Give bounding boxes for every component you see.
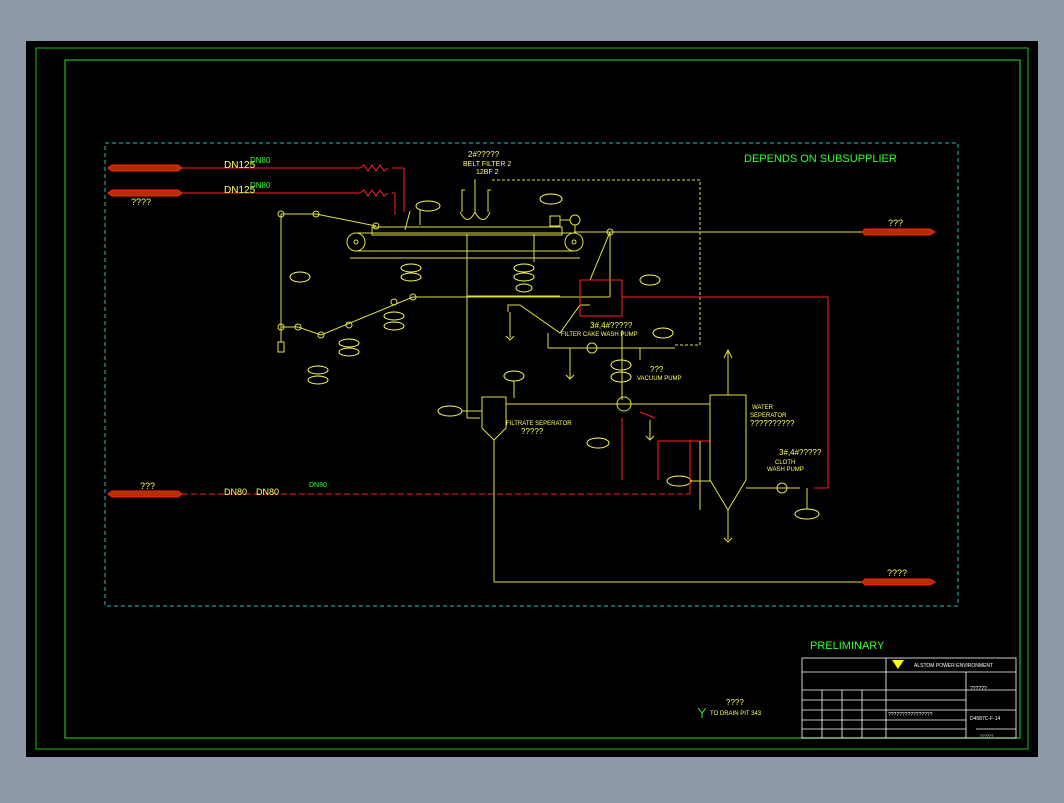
cloth-wash-pump-label-1: CLOTH <box>775 460 795 466</box>
pipe-label-q-left: ???? <box>131 197 151 207</box>
water-separator-label-1: WATER <box>752 405 774 411</box>
pipe-label-dn80-d: DN80 <box>256 487 279 497</box>
filtrate-separator-code: ????? <box>521 427 544 436</box>
pipe-label-dn80-b: DN80 <box>250 181 271 190</box>
belt-filter-code: 2#????? <box>468 150 500 159</box>
vacuum-pump-code: ??? <box>650 365 664 374</box>
title-r2: ?????? <box>970 686 987 692</box>
title-company: ALSTOM POWER ENVIRONMENT <box>914 663 993 669</box>
belt-filter-tag: 12BF 2 <box>476 169 499 176</box>
outlet-tag-top-right <box>861 228 936 236</box>
pipe-label-dn80-c: DN80 <box>224 487 247 497</box>
belt-filter-name: BELT FILTER 2 <box>463 161 511 168</box>
filter-cake-pump-label: FILTER CAKE WASH PUMP <box>561 332 638 338</box>
vacuum-pump-label: VACUUM PUMP <box>637 376 682 382</box>
drawing-sheet <box>26 41 1038 757</box>
title-desc: ???????????????? <box>888 712 933 718</box>
cloth-wash-pump-label-2: WASH PUMP <box>767 467 804 473</box>
pipe-label-dn80-e: DN80 <box>309 482 327 489</box>
drain-note-code: ???? <box>726 698 744 707</box>
pipe-label-q-top-right: ??? <box>888 218 903 228</box>
water-separator-code: ?????????? <box>750 419 795 428</box>
outlet-tag-bottom-right <box>861 578 936 586</box>
process-water-tag <box>107 490 183 498</box>
process-flow-drawing: DEPENDS ON SUBSUPPLIER DN125 DN80 DN125 … <box>26 41 1038 757</box>
preliminary-stamp: PRELIMINARY <box>810 640 885 652</box>
pipe-label-dn80-a: DN80 <box>250 156 271 165</box>
filter-cake-pump-code: 3#,4#????? <box>590 321 633 330</box>
subsupplier-note: DEPENDS ON SUBSUPPLIER <box>744 153 897 165</box>
cad-viewer-canvas[interactable]: DEPENDS ON SUBSUPPLIER DN125 DN80 DN125 … <box>0 0 1064 798</box>
title-drawing-no: D4587C-F-14 <box>970 716 1001 722</box>
cloth-wash-pump-code: 3#,4#????? <box>779 448 822 457</box>
pipe-label-q-bottom-right: ???? <box>887 568 907 578</box>
drain-note-text: TO DRAIN PIT 343 <box>710 711 762 717</box>
title-d2: ?????? <box>980 733 994 738</box>
pipe-label-q-process-water: ??? <box>140 481 155 491</box>
